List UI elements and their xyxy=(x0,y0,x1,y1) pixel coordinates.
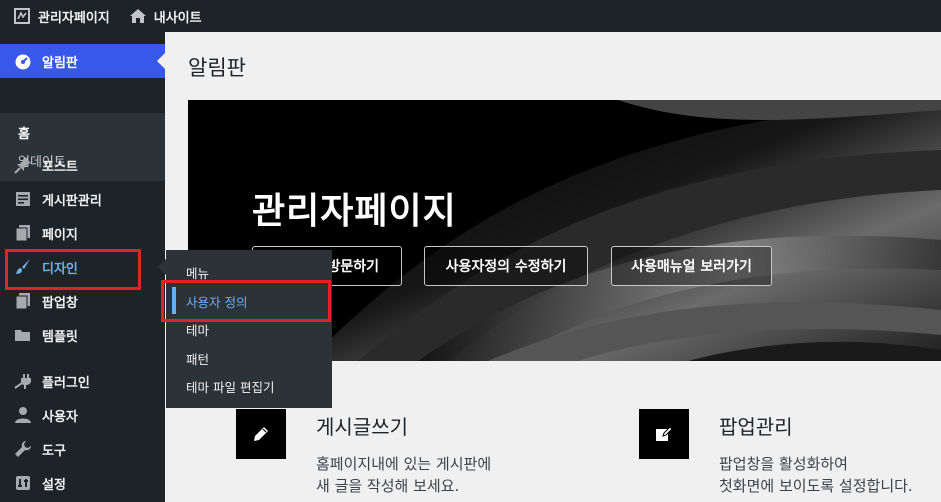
sidebar-item-users[interactable]: 사용자 xyxy=(0,398,165,432)
sidebar-item-popup[interactable]: 팝업창 xyxy=(0,284,165,318)
plug-icon xyxy=(13,371,33,391)
admin-sidebar: 알림판 홈 업데이트 포스트 게시판관리 페이지 디자인 팝업창 템플릿 플러그… xyxy=(0,32,165,502)
board-icon xyxy=(13,189,33,209)
sidebar-item-boards[interactable]: 게시판관리 xyxy=(0,182,165,216)
sidebar-item-label: 도구 xyxy=(42,443,66,459)
customize-button[interactable]: 사용자정의 수정하기 xyxy=(424,246,588,286)
my-site-link[interactable]: 내사이트 xyxy=(118,0,210,32)
sidebar-item-label: 사용자 xyxy=(42,409,78,425)
sidebar-item-label: 알림판 xyxy=(42,55,78,71)
sidebar-item-label: 페이지 xyxy=(42,227,78,243)
sidebar-item-label: 포스트 xyxy=(42,159,78,175)
hero-title: 관리자페이지 xyxy=(252,191,457,232)
gauge-icon xyxy=(13,51,33,71)
page-icon xyxy=(13,223,33,243)
settings-icon xyxy=(13,473,33,493)
sidebar-item-plugins[interactable]: 플러그인 xyxy=(0,364,165,398)
flyout-item-themes[interactable]: 테마 xyxy=(186,320,209,339)
sidebar-item-label: 게시판관리 xyxy=(42,193,102,209)
sidebar-item-templates[interactable]: 템플릿 xyxy=(0,318,165,352)
admin-logo-icon xyxy=(12,6,32,26)
sidebar-item-dashboard[interactable]: 알림판 xyxy=(0,44,165,78)
folder-icon xyxy=(13,325,33,345)
sidebar-item-pages[interactable]: 페이지 xyxy=(0,216,165,250)
design-flyout-submenu: 메뉴 사용자 정의 테마 패턴 테마 파일 편집기 xyxy=(158,250,332,408)
pin-icon xyxy=(13,155,33,175)
user-icon xyxy=(13,405,33,425)
admin-bar: 관리자페이지 내사이트 xyxy=(0,0,941,32)
manual-button[interactable]: 사용매뉴얼 보러가기 xyxy=(611,246,772,286)
sidebar-item-posts[interactable]: 포스트 xyxy=(0,148,165,182)
card-desc-line: 새 글을 작성해 보세요. xyxy=(316,477,460,495)
sidebar-item-settings[interactable]: 설정 xyxy=(0,466,165,500)
card-desc-line: 홈페이지내에 있는 게시판에 xyxy=(316,455,492,473)
home-icon xyxy=(128,6,148,26)
flyout-item-customize[interactable]: 사용자 정의 xyxy=(186,292,247,311)
my-site-label: 내사이트 xyxy=(153,10,202,26)
sidebar-item-label: 템플릿 xyxy=(42,329,78,345)
flyout-item-theme-editor[interactable]: 테마 파일 편집기 xyxy=(186,377,274,396)
wrench-icon xyxy=(13,439,33,459)
flyout-item-patterns[interactable]: 패턴 xyxy=(186,349,209,368)
active-indicator xyxy=(172,287,176,314)
card-desc-line: 첫화면에 보이도록 설정합니다. xyxy=(719,477,913,495)
site-admin-label: 관리자페이지 xyxy=(38,10,110,26)
site-admin-link[interactable]: 관리자페이지 xyxy=(0,0,118,32)
sidebar-item-tools[interactable]: 도구 xyxy=(0,432,165,466)
sidebar-item-label: 설정 xyxy=(42,477,66,493)
sidebar-item-label: 플러그인 xyxy=(42,375,90,391)
card-desc-line: 팝업창을 활성화하여 xyxy=(719,455,848,473)
edit-icon[interactable] xyxy=(639,409,689,459)
flyout-item-menus[interactable]: 메뉴 xyxy=(186,263,209,282)
page-title: 알림판 xyxy=(188,56,246,80)
card-title-write-post[interactable]: 게시글쓰기 xyxy=(316,411,408,440)
popup-icon xyxy=(13,291,33,311)
pencil-icon[interactable] xyxy=(236,409,286,459)
sidebar-item-label: 디자인 xyxy=(42,261,78,277)
card-title-popup-manage[interactable]: 팝업관리 xyxy=(719,411,793,440)
sidebar-item-label: 팝업창 xyxy=(42,295,78,311)
sidebar-item-design[interactable]: 디자인 xyxy=(0,250,165,284)
submenu-home[interactable]: 홈 xyxy=(18,123,30,142)
brush-icon xyxy=(13,257,33,277)
